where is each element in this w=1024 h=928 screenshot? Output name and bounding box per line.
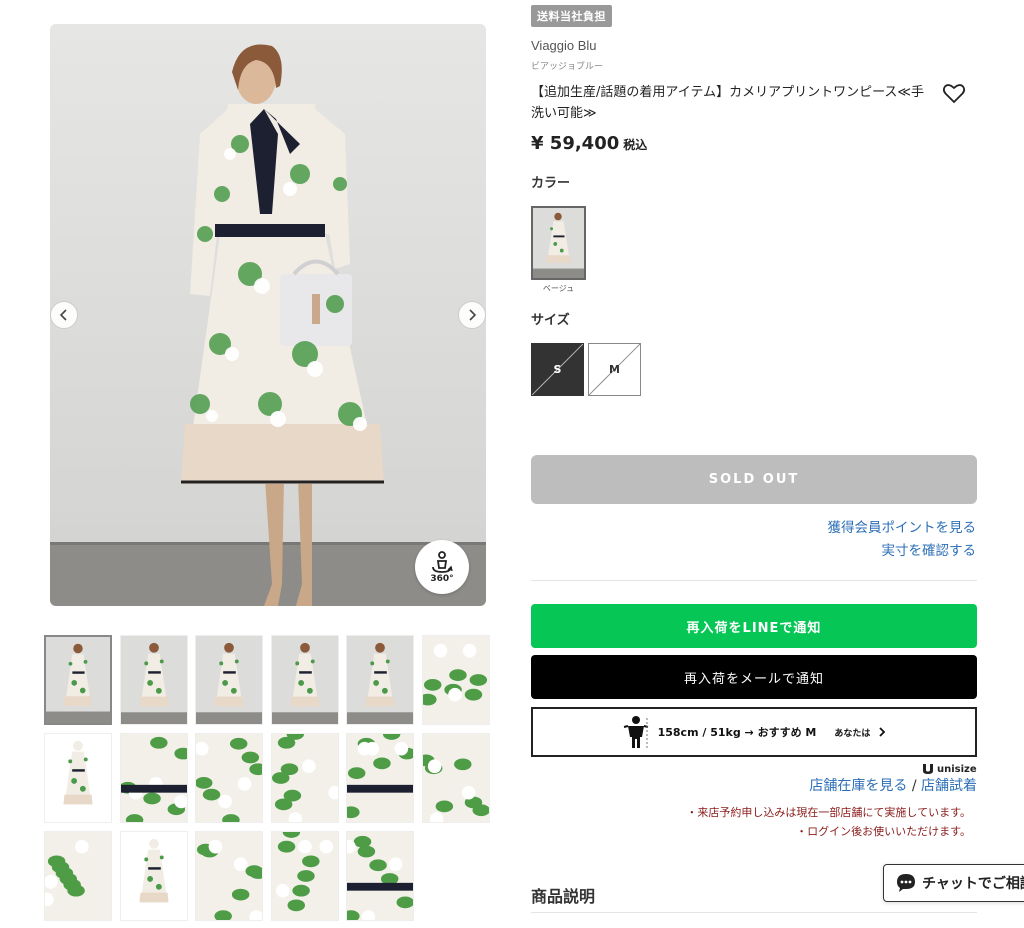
badge-360-label: 360° <box>430 573 454 584</box>
email-restock-notify-button[interactable]: 再入荷をメールで通知 <box>531 655 977 699</box>
chevron-left-icon <box>59 309 67 321</box>
thumbnail-image <box>272 636 338 724</box>
body-figure-icon <box>623 716 648 748</box>
store-note: ・ログイン後お使いいただけます。 <box>796 825 971 838</box>
gallery-thumbnail[interactable] <box>195 733 263 823</box>
chat-button[interactable]: チャットでご相談 <box>883 864 1024 902</box>
thumbnail-image <box>272 734 338 822</box>
color-swatch-beige[interactable] <box>531 206 586 280</box>
store-notes: ・来店予約申し込みは現在一部店舗にて実施しています。 ・ログイン後お使いいただけ… <box>686 803 971 841</box>
color-swatch-image <box>533 208 584 278</box>
previous-image-button[interactable] <box>50 301 78 329</box>
store-links-separator: / <box>911 778 917 794</box>
unisize-logo-icon <box>923 764 933 774</box>
color-name: ベージュ <box>542 284 575 293</box>
gallery-thumbnail[interactable] <box>271 831 339 921</box>
thumbnail-image <box>45 832 111 920</box>
gallery-thumbnail[interactable] <box>120 831 188 921</box>
store-links: 店舗在庫を見る / 店舗試着 <box>809 775 977 795</box>
store-stock-link[interactable]: 店舗在庫を見る <box>809 778 907 794</box>
store-trial-link[interactable]: 店舗試着 <box>921 778 977 794</box>
thumbnail-image <box>196 832 262 920</box>
tax-label: 税込 <box>623 138 648 152</box>
gallery-thumbnail[interactable] <box>346 635 414 725</box>
main-product-image[interactable] <box>50 24 486 606</box>
thumbnail-image <box>121 832 187 920</box>
size-option-label: M <box>609 363 620 376</box>
gallery-thumbnail[interactable] <box>271 733 339 823</box>
gallery-thumbnail[interactable] <box>44 635 112 725</box>
gallery-thumbnail[interactable] <box>422 635 490 725</box>
size-option-m[interactable]: M <box>588 343 641 396</box>
favorite-button[interactable] <box>942 82 966 104</box>
gallery-thumbnail[interactable] <box>120 635 188 725</box>
thumbnail-image <box>46 637 110 723</box>
thumbnail-image <box>272 832 338 920</box>
description-heading: 商品説明 <box>531 887 596 906</box>
thumbnail-image <box>45 734 111 822</box>
rotate-360-icon <box>432 550 453 573</box>
brand-name[interactable]: Viaggio Blu <box>531 38 597 53</box>
size-label: サイズ <box>531 313 570 328</box>
price-value: ¥ 59,400 <box>531 133 620 154</box>
product-title: 【追加生産/話題の着用アイテム】カメリアプリントワンピース≪手洗い可能≫ <box>531 85 925 121</box>
member-points-link[interactable]: 獲得会員ポイントを見る <box>828 516 977 536</box>
chat-bubble-icon <box>897 874 915 892</box>
thumbnail-image <box>121 734 187 822</box>
brand-name-kana: ビアッジョブルー <box>531 62 604 72</box>
size-option-label: S <box>553 363 562 376</box>
gallery-thumbnail[interactable] <box>346 733 414 823</box>
thumbnail-image <box>347 832 413 920</box>
actual-size-link[interactable]: 実寸を確認する <box>882 539 977 559</box>
unisize-recommend-button[interactable]: 158cm / 51kg → おすすめ M あなたは <box>531 707 977 757</box>
divider <box>531 580 977 581</box>
unisize-logo-text: unisize <box>937 763 977 775</box>
heart-icon <box>942 84 966 104</box>
shipping-badge: 送料当社負担 <box>531 5 612 27</box>
gallery-thumbnail[interactable] <box>346 831 414 921</box>
unisize-logo: unisize <box>922 763 977 775</box>
gallery-thumbnail[interactable] <box>422 733 490 823</box>
thumbnail-image <box>423 636 489 724</box>
gallery-thumbnail[interactable] <box>195 831 263 921</box>
store-note: ・来店予約申し込みは現在一部店舗にて実施しています。 <box>686 806 971 819</box>
chevron-right-icon <box>469 309 477 321</box>
gallery-thumbnail[interactable] <box>120 733 188 823</box>
thumbnail-image <box>347 734 413 822</box>
gallery-thumbnail[interactable] <box>195 635 263 725</box>
line-restock-notify-button[interactable]: 再入荷をLINEで通知 <box>531 604 977 648</box>
size-option-s[interactable]: S <box>531 343 584 396</box>
gallery-thumbnail[interactable] <box>44 831 112 921</box>
gallery-thumbnail[interactable] <box>271 635 339 725</box>
chevron-right-icon <box>879 727 886 737</box>
divider <box>531 912 977 913</box>
unisize-you-label: あなたは <box>834 728 871 739</box>
sold-out-button[interactable]: SOLD OUT <box>531 455 977 504</box>
view-360-button[interactable]: 360° <box>415 540 469 594</box>
chat-button-label: チャットでご相談 <box>922 876 1024 892</box>
product-price: ¥ 59,400 税込 <box>531 133 647 154</box>
thumbnail-image <box>347 636 413 724</box>
thumbnail-image <box>196 734 262 822</box>
product-photo <box>50 24 486 606</box>
thumbnail-image <box>196 636 262 724</box>
unisize-recommendation: 158cm / 51kg → おすすめ M <box>657 726 817 739</box>
color-label: カラー <box>531 176 571 191</box>
gallery-thumbnail[interactable] <box>44 733 112 823</box>
next-image-button[interactable] <box>458 301 486 329</box>
thumbnail-image <box>121 636 187 724</box>
thumbnail-image <box>423 734 489 822</box>
